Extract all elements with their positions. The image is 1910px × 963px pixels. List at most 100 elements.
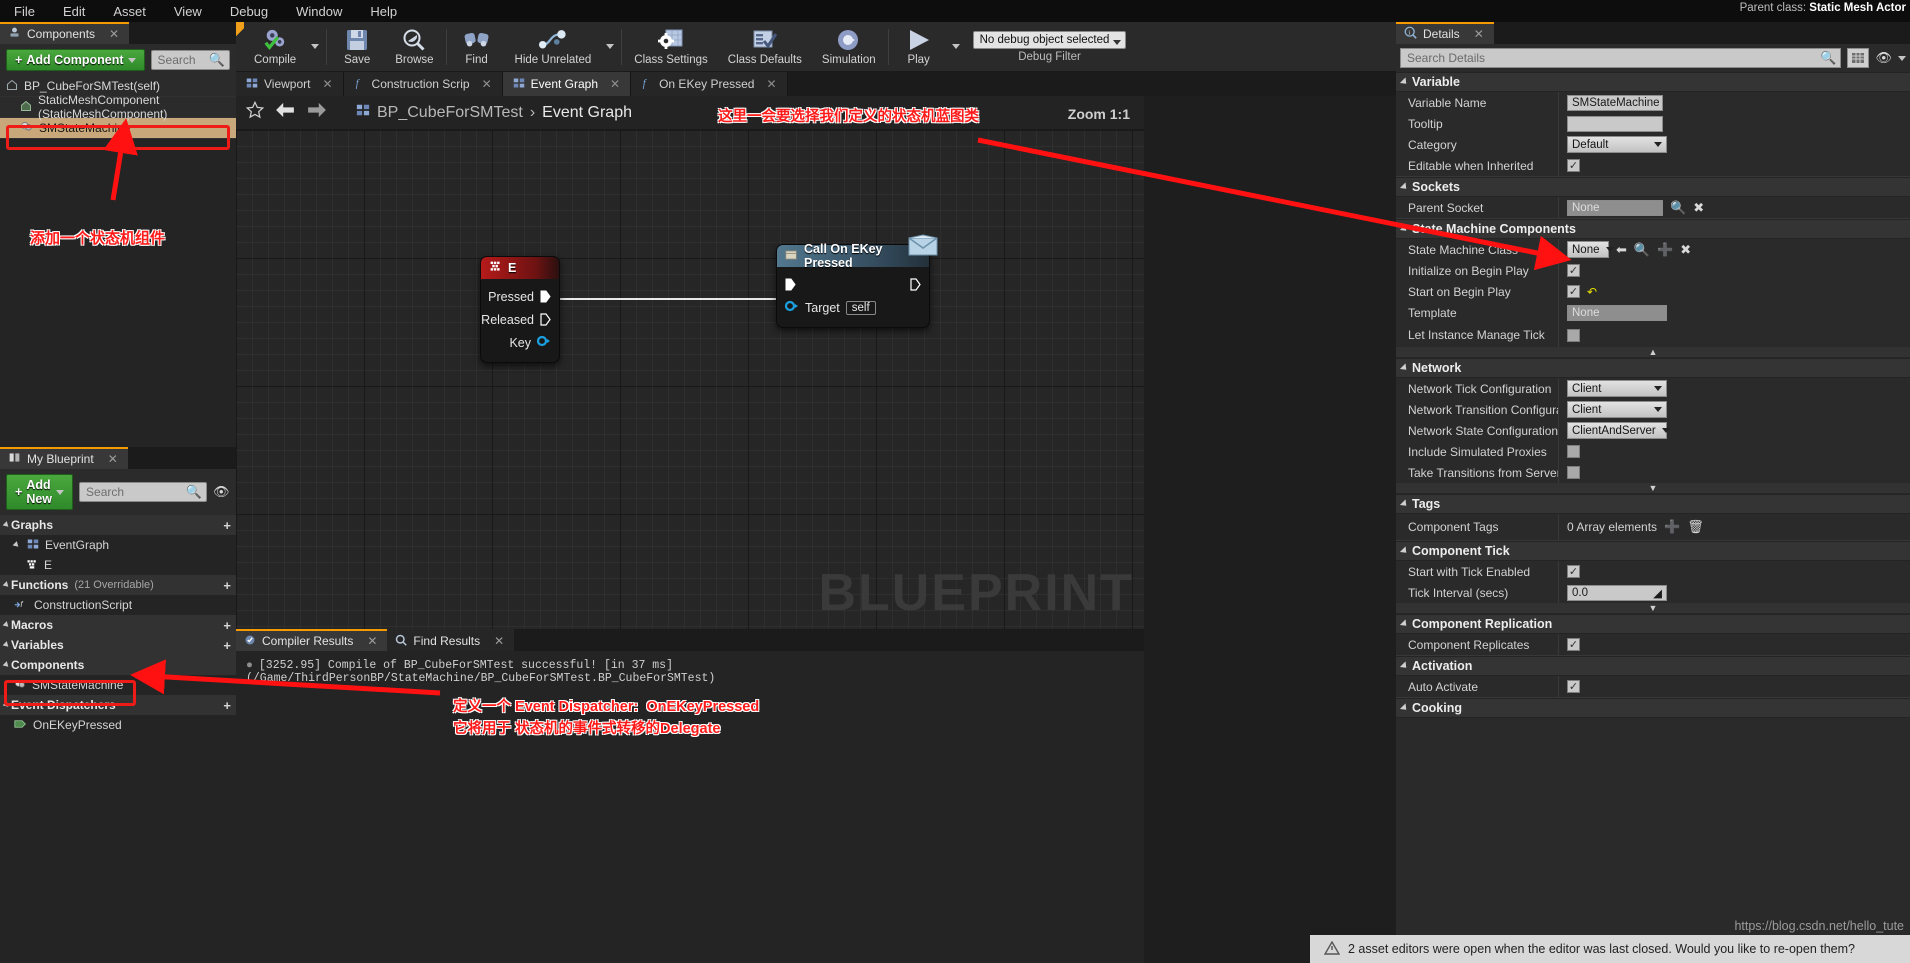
add-icon[interactable]: +: [223, 618, 231, 633]
network-tick-select[interactable]: Client: [1567, 380, 1667, 397]
mb-item-eventgraph[interactable]: EventGraph: [0, 535, 236, 555]
network-state-select[interactable]: ClientAndServer: [1567, 422, 1670, 439]
breadcrumb-root[interactable]: BP_CubeForSMTest: [377, 104, 523, 122]
graph-canvas[interactable]: BLUEPRINT E Pressed Released Key Call On…: [236, 130, 1144, 629]
include-simulated-proxies-checkbox[interactable]: [1567, 445, 1580, 458]
variable-name-input[interactable]: SMStateMachine: [1567, 94, 1663, 111]
mb-section-components[interactable]: Components: [0, 655, 236, 675]
pin-pressed[interactable]: Pressed: [488, 285, 551, 308]
hide-unrelated-dropdown[interactable]: [601, 22, 619, 72]
close-icon[interactable]: ✕: [610, 77, 620, 91]
state-machine-class-select[interactable]: None: [1567, 241, 1614, 258]
mb-section-event-dispatchers[interactable]: Event Dispatchers +: [0, 695, 236, 715]
details-search-input[interactable]: Search Details 🔍: [1400, 48, 1842, 68]
add-icon[interactable]: +: [223, 578, 231, 593]
details-category-variable[interactable]: Variable: [1396, 72, 1910, 92]
grid-icon[interactable]: [1847, 48, 1870, 68]
auto-activate-checkbox[interactable]: ✓: [1567, 680, 1580, 693]
exec-out-pin-icon[interactable]: [910, 278, 921, 291]
close-icon[interactable]: ✕: [367, 634, 377, 648]
node-event-e[interactable]: E Pressed Released Key: [480, 256, 560, 363]
add-icon[interactable]: +: [223, 698, 231, 713]
let-instance-manage-tick-checkbox[interactable]: [1567, 328, 1580, 342]
toolbar-button-class-defaults[interactable]: Class Defaults: [718, 22, 812, 72]
chevron-down-icon[interactable]: [1898, 55, 1906, 61]
spinner-icon[interactable]: ◢: [1653, 586, 1662, 600]
details-category-component-replication[interactable]: Component Replication: [1396, 614, 1910, 634]
collapse-smc-section[interactable]: ▲: [1396, 347, 1910, 358]
start-on-begin-play-checkbox[interactable]: ✓: [1567, 285, 1580, 298]
myblueprint-search-input[interactable]: Search 🔍: [79, 482, 208, 502]
tab-on-ekey-pressed[interactable]: f On EKey Pressed ✕: [631, 72, 788, 96]
node-call-on-ekey-pressed[interactable]: Call On EKey Pressed Target self: [776, 242, 930, 328]
pin-exec-row[interactable]: [785, 273, 921, 296]
toolbar-button-compile[interactable]: Compile: [244, 22, 306, 72]
add-icon[interactable]: ➕: [1664, 519, 1680, 535]
menu-item-help[interactable]: Help: [356, 2, 411, 21]
toolbar-button-hide-unrelated[interactable]: Hide Unrelated: [505, 22, 602, 72]
close-icon[interactable]: ✕: [482, 77, 492, 91]
menu-item-file[interactable]: File: [0, 2, 49, 21]
toolbar-button-find[interactable]: Find: [449, 22, 505, 72]
menu-item-asset[interactable]: Asset: [99, 2, 160, 21]
tick-interval-input[interactable]: 0.0 ◢: [1567, 584, 1667, 601]
details-category-network[interactable]: Network: [1396, 358, 1910, 378]
close-icon[interactable]: ✕: [1474, 27, 1484, 41]
template-input[interactable]: None: [1567, 304, 1667, 321]
debug-object-select[interactable]: No debug object selected: [972, 30, 1127, 49]
component-replicates-checkbox[interactable]: ✓: [1567, 638, 1580, 651]
tab-compiler-results[interactable]: Compiler Results ✕: [236, 629, 388, 651]
tab-event-graph[interactable]: Event Graph ✕: [502, 72, 632, 96]
details-category-cooking[interactable]: Cooking: [1396, 698, 1910, 718]
clear-icon[interactable]: ✖: [1693, 200, 1704, 216]
tab-construction-script[interactable]: f Construction Scrip ✕: [343, 72, 503, 96]
exec-in-pin-icon[interactable]: [785, 278, 796, 291]
mb-item-onekeypressed[interactable]: OnEKeyPressed: [0, 715, 236, 735]
start-with-tick-enabled-checkbox[interactable]: ✓: [1567, 565, 1580, 578]
eye-icon[interactable]: 👁: [1875, 50, 1892, 66]
component-row-smstatemachine[interactable]: SMStateMachine: [0, 118, 236, 139]
parent-socket-input[interactable]: None: [1567, 199, 1663, 216]
menu-item-view[interactable]: View: [160, 2, 216, 21]
tab-my-blueprint[interactable]: My Blueprint ✕: [0, 447, 128, 469]
details-category-activation[interactable]: Activation: [1396, 656, 1910, 676]
toolbar-button-class-settings[interactable]: Class Settings: [624, 22, 718, 72]
menu-item-edit[interactable]: Edit: [49, 2, 99, 21]
mb-item-smstatemachine[interactable]: SMStateMachine: [0, 675, 236, 695]
initialize-on-begin-play-checkbox[interactable]: ✓: [1567, 264, 1580, 277]
compile-dropdown[interactable]: [306, 22, 324, 72]
tab-find-results[interactable]: Find Results ✕: [387, 629, 515, 651]
parent-class-value[interactable]: Static Mesh Actor: [1809, 2, 1906, 14]
toolbar-button-browse[interactable]: Browse: [385, 22, 443, 72]
favorite-star-icon[interactable]: [245, 100, 265, 124]
back-arrow-icon[interactable]: [274, 102, 296, 123]
components-search-input[interactable]: Search 🔍: [150, 50, 230, 70]
mb-item-constructionscript[interactable]: f ConstructionScript: [0, 595, 236, 615]
take-transitions-from-server-checkbox[interactable]: [1567, 466, 1580, 479]
play-dropdown[interactable]: [947, 22, 965, 72]
close-icon[interactable]: ✕: [322, 77, 332, 91]
mb-item-event-e[interactable]: E: [0, 555, 236, 575]
component-row-staticmesh[interactable]: StaticMeshComponent (StaticMeshComponent…: [0, 93, 236, 121]
details-category-component-tick[interactable]: Component Tick: [1396, 541, 1910, 561]
toolbar-button-play[interactable]: Play: [891, 22, 947, 72]
tab-components[interactable]: Components ✕: [0, 22, 130, 44]
forward-arrow-icon[interactable]: [306, 102, 328, 123]
close-icon[interactable]: ✕: [766, 77, 776, 91]
toolbar-button-simulation[interactable]: Simulation: [812, 22, 886, 72]
add-component-button[interactable]: + Add Component: [6, 49, 145, 71]
add-icon[interactable]: ➕: [1657, 242, 1673, 258]
mb-section-functions[interactable]: Functions (21 Overridable) +: [0, 575, 236, 595]
reset-to-default-icon[interactable]: ↶: [1587, 285, 1597, 299]
mb-section-graphs[interactable]: Graphs +: [0, 515, 236, 535]
details-category-sockets[interactable]: Sockets: [1396, 177, 1910, 197]
add-icon[interactable]: +: [223, 518, 231, 533]
mb-section-macros[interactable]: Macros +: [0, 615, 236, 635]
editor-reopen-notification[interactable]: 2 asset editors were open when the edito…: [1310, 935, 1910, 963]
tab-details[interactable]: i Details ✕: [1396, 22, 1494, 44]
tab-viewport[interactable]: Viewport ✕: [236, 72, 344, 96]
back-icon[interactable]: ⬅: [1616, 242, 1627, 258]
pin-target-value[interactable]: self: [845, 300, 876, 315]
add-new-button[interactable]: + Add New: [6, 474, 74, 510]
close-icon[interactable]: ✕: [108, 452, 118, 466]
